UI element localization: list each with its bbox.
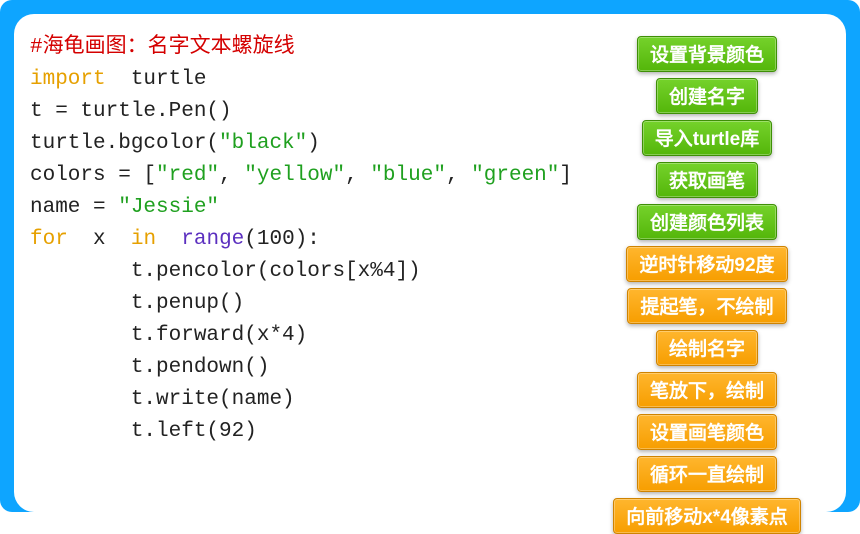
var-x: x <box>93 228 118 251</box>
labels-column: 设置背景颜色创建名字导入turtle库获取画笔创建颜色列表逆时针移动92度提起笔… <box>578 32 836 512</box>
code-line-import: import turtle <box>30 64 578 96</box>
label-chip-3[interactable]: 获取画笔 <box>656 162 758 198</box>
fn-range: range <box>169 228 245 251</box>
label-chip-8[interactable]: 笔放下，绘制 <box>637 372 777 408</box>
txt: , <box>219 164 244 187</box>
code-line-forward: t.forward(x*4) <box>30 320 578 352</box>
kw-import: import <box>30 68 106 91</box>
code-block: #海龟画图：名字文本螺旋线 import turtle t = turtle.P… <box>30 32 578 512</box>
txt: (100): <box>244 228 320 251</box>
code-comment: #海龟画图：名字文本螺旋线 <box>30 32 578 64</box>
code-line-pencolor: t.pencolor(colors[x%4]) <box>30 256 578 288</box>
txt: colors = [ <box>30 164 156 187</box>
slide-panel: #海龟画图：名字文本螺旋线 import turtle t = turtle.P… <box>14 14 846 512</box>
label-chip-0[interactable]: 设置背景颜色 <box>637 36 777 72</box>
code-line-left: t.left(92) <box>30 416 578 448</box>
label-chip-5[interactable]: 逆时针移动92度 <box>626 246 787 282</box>
label-chip-4[interactable]: 创建颜色列表 <box>637 204 777 240</box>
txt: ] <box>559 164 572 187</box>
code-line-write: t.write(name) <box>30 384 578 416</box>
label-chip-10[interactable]: 循环一直绘制 <box>637 456 777 492</box>
code-line-pendown: t.pendown() <box>30 352 578 384</box>
label-chip-9[interactable]: 设置画笔颜色 <box>637 414 777 450</box>
txt: name = <box>30 196 118 219</box>
code-line-penup: t.penup() <box>30 288 578 320</box>
label-chip-1[interactable]: 创建名字 <box>656 78 758 114</box>
code-line-pen: t = turtle.Pen() <box>30 96 578 128</box>
code-line-colors: colors = ["red", "yellow", "blue", "gree… <box>30 160 578 192</box>
label-chip-6[interactable]: 提起笔，不绘制 <box>627 288 786 324</box>
txt: turtle <box>106 68 207 91</box>
txt: ) <box>307 132 320 155</box>
txt: turtle.bgcolor( <box>30 132 219 155</box>
str-red: "red" <box>156 164 219 187</box>
str-yellow: "yellow" <box>244 164 345 187</box>
slide-frame: #海龟画图：名字文本螺旋线 import turtle t = turtle.P… <box>0 0 860 512</box>
kw-in: in <box>118 228 168 251</box>
code-line-for: for x in range(100): <box>30 224 578 256</box>
str-green: "green" <box>471 164 559 187</box>
code-line-name: name = "Jessie" <box>30 192 578 224</box>
txt: , <box>345 164 370 187</box>
str-blue: "blue" <box>370 164 446 187</box>
label-chip-11[interactable]: 向前移动x*4像素点 <box>613 498 801 534</box>
txt: , <box>446 164 471 187</box>
label-chip-2[interactable]: 导入turtle库 <box>642 120 773 156</box>
sp <box>68 228 93 251</box>
code-line-bgcolor: turtle.bgcolor("black") <box>30 128 578 160</box>
label-chip-7[interactable]: 绘制名字 <box>656 330 758 366</box>
kw-for: for <box>30 228 68 251</box>
str-black: "black" <box>219 132 307 155</box>
str-jessie: "Jessie" <box>118 196 219 219</box>
